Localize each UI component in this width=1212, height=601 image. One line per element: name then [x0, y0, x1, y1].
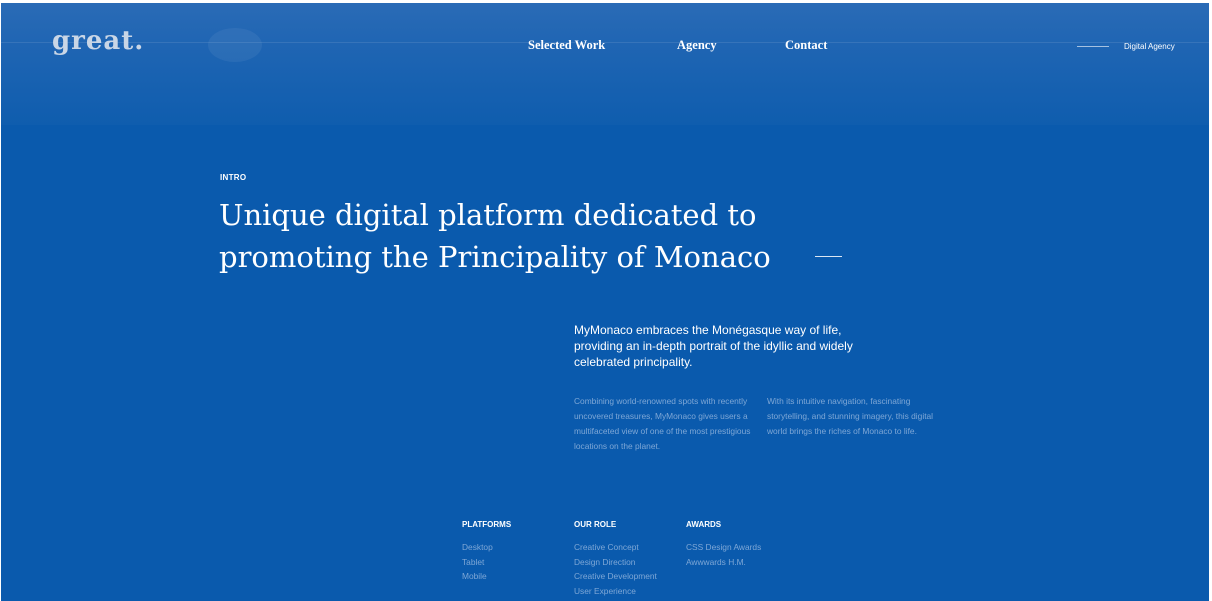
- frame-edge-top: [0, 0, 1212, 3]
- page-headline: Unique digital platform dedicated to pro…: [219, 194, 859, 278]
- tagline-dash: [1077, 46, 1109, 47]
- headline-line-2: promoting the Principality of Monaco: [219, 240, 771, 274]
- section-label-intro: INTRO: [220, 173, 247, 182]
- body-paragraph-left: Combining world-renowned spots with rece…: [574, 396, 751, 451]
- nav-contact[interactable]: Contact: [785, 38, 827, 53]
- nav-agency[interactable]: Agency: [677, 38, 717, 53]
- site-logo[interactable]: great.: [52, 26, 144, 56]
- list-item: User Experience: [574, 585, 636, 596]
- list-item: Creative Development: [574, 571, 657, 581]
- headline-dash: [815, 256, 842, 257]
- list-item: CSS Design Awards: [686, 542, 762, 552]
- platforms-title: PLATFORMS: [462, 520, 512, 529]
- list-item: Design Direction: [574, 556, 636, 567]
- awards-title: AWARDS: [686, 520, 722, 529]
- list-item: Mobile: [462, 571, 487, 581]
- our-role-list: Creative Concept Design Direction Creati…: [574, 540, 657, 598]
- list-item: Creative Concept: [574, 542, 639, 552]
- body-paragraph-right: With its intuitive navigation, fascinati…: [767, 396, 934, 436]
- frame-edge-left: [0, 0, 1, 601]
- page: great. Selected Work Agency Contact Digi…: [0, 0, 1212, 601]
- list-item: Tablet: [462, 556, 485, 567]
- header-band: [1, 3, 1209, 125]
- platforms-list: Desktop Tablet Mobile: [462, 540, 493, 584]
- our-role-title: OUR ROLE: [574, 520, 617, 529]
- logo-shadow-decoration: [208, 28, 262, 62]
- tagline: Digital Agency: [1124, 42, 1175, 51]
- list-item: Awwwards H.M.: [686, 556, 746, 567]
- headline-line-1: Unique digital platform dedicated to: [219, 198, 757, 232]
- awards-list: CSS Design Awards Awwwards H.M.: [686, 540, 761, 569]
- nav-selected-work[interactable]: Selected Work: [528, 38, 605, 53]
- list-item: Desktop: [462, 542, 493, 552]
- lead-paragraph: MyMonaco embraces the Monégasque way of …: [574, 323, 853, 369]
